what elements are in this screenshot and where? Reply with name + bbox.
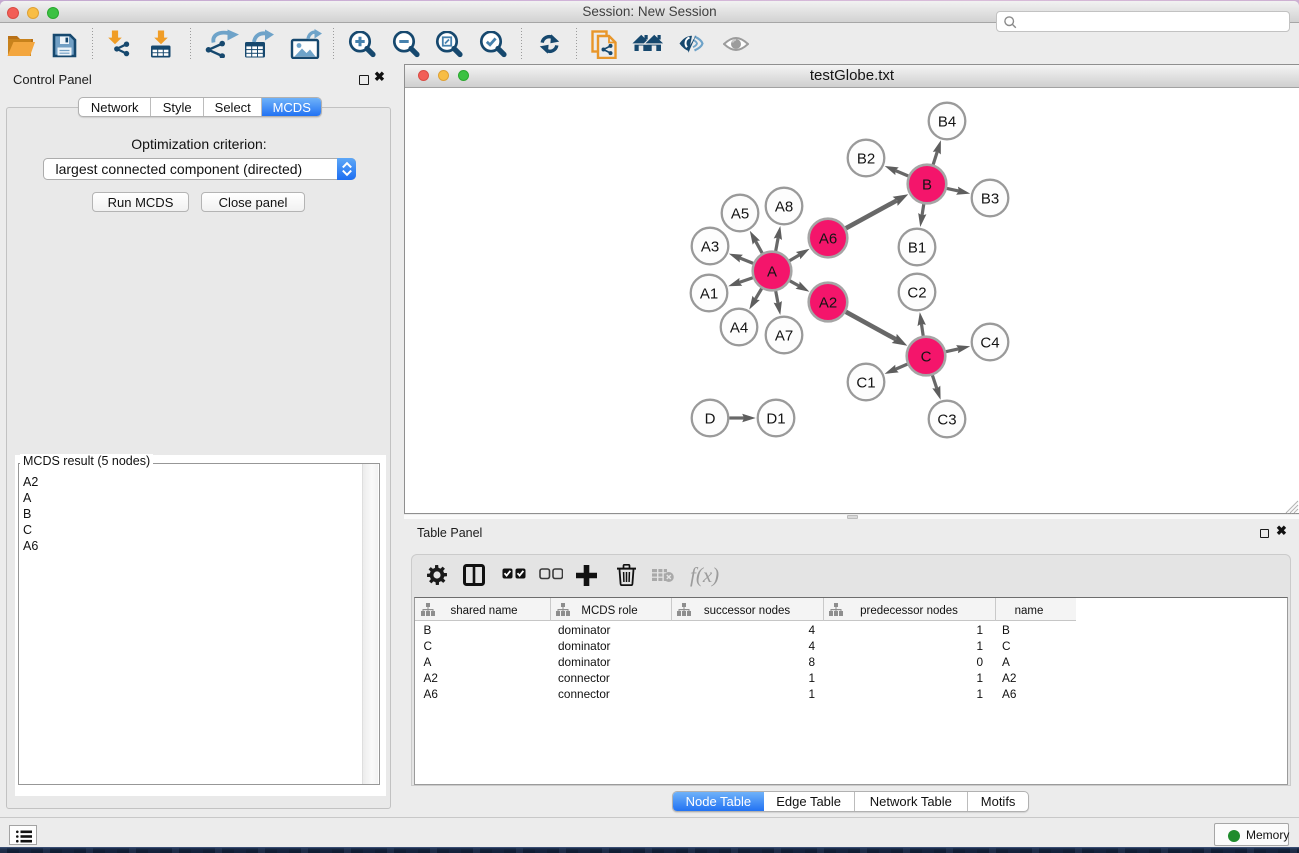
svg-text:A1: A1 (700, 285, 718, 302)
svg-text:B4: B4 (938, 113, 956, 130)
svg-text:A3: A3 (701, 238, 719, 255)
svg-text:A4: A4 (730, 319, 748, 336)
svg-text:A7: A7 (775, 327, 793, 344)
svg-text:A: A (767, 263, 777, 280)
svg-text:C1: C1 (856, 374, 875, 391)
svg-text:B1: B1 (908, 239, 926, 256)
svg-text:A2: A2 (819, 294, 837, 311)
svg-text:A5: A5 (731, 205, 749, 222)
svg-text:C4: C4 (980, 334, 999, 351)
svg-text:C2: C2 (907, 284, 926, 301)
svg-text:D1: D1 (766, 410, 785, 427)
svg-text:C3: C3 (937, 411, 956, 428)
svg-text:D: D (705, 410, 716, 427)
svg-text:A8: A8 (775, 198, 793, 215)
svg-text:B3: B3 (981, 190, 999, 207)
svg-text:B: B (922, 176, 932, 193)
svg-text:C: C (921, 348, 932, 365)
svg-text:A6: A6 (819, 230, 837, 247)
svg-text:B2: B2 (857, 150, 875, 167)
